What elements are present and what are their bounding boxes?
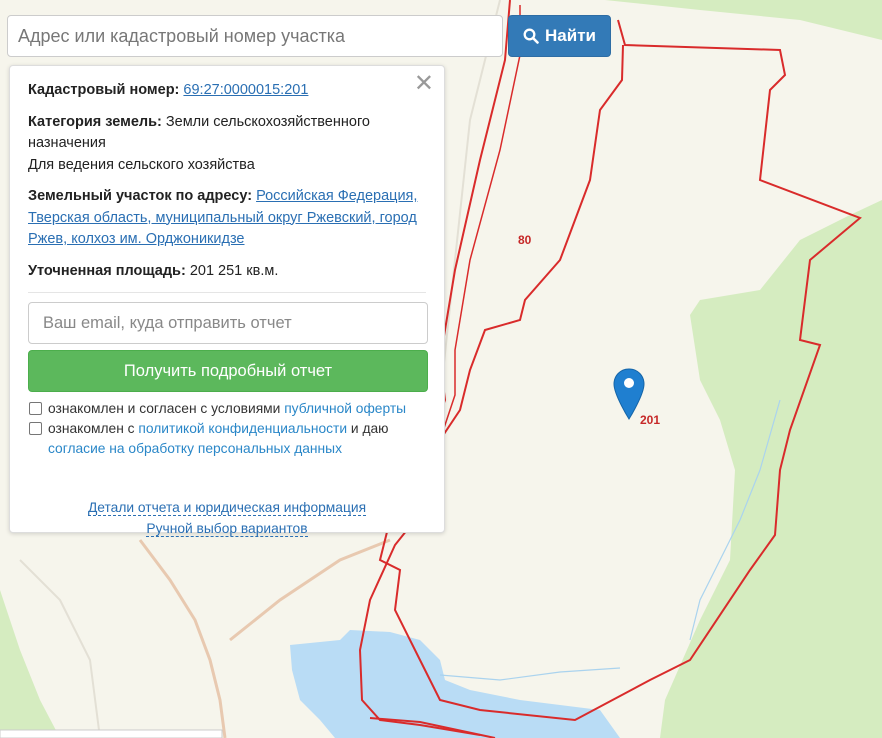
footer-links: Детали отчета и юридическая информация Р…: [28, 497, 426, 539]
offer-checkbox[interactable]: [29, 402, 42, 415]
get-report-button[interactable]: Получить подробный отчет: [28, 350, 428, 392]
offer-consent-label: ознакомлен и согласен с условиями: [48, 401, 281, 416]
close-icon[interactable]: ✕: [414, 72, 434, 96]
search-input[interactable]: [7, 15, 503, 57]
parcel-info-panel: ✕ Кадастровый номер: 69:27:0000015:201 К…: [9, 65, 445, 537]
personal-data-consent-link[interactable]: согласие на обработку персональных данны…: [48, 441, 342, 456]
cadastral-label: Кадастровый номер:: [28, 82, 180, 98]
parcel-label-80: 80: [518, 233, 532, 247]
usage-value: Для ведения сельского хозяйства: [28, 156, 255, 173]
privacy-policy-link[interactable]: политикой конфиденциальности: [138, 421, 347, 436]
privacy-consent-text: ознакомлен с политикой конфиденциальност…: [48, 419, 389, 459]
area-value: 201 251 кв.м.: [189, 262, 279, 279]
cadastral-row: Кадастровый номер: 69:27:0000015:201: [28, 80, 426, 102]
privacy-consent-label-a: ознакомлен с: [48, 421, 135, 436]
category-row: Категория земель: Земли сельскохозяйстве…: [28, 112, 426, 177]
privacy-consent-row: ознакомлен с политикой конфиденциальност…: [28, 419, 426, 459]
manual-selection-link[interactable]: Ручной выбор вариантов: [146, 521, 308, 537]
map-marker-icon[interactable]: [613, 368, 645, 420]
search-icon: [523, 28, 539, 44]
area-label: Уточненная площадь:: [28, 262, 186, 279]
privacy-consent-label-b: и даю: [350, 421, 389, 436]
divider: [28, 292, 426, 293]
email-field[interactable]: [28, 302, 428, 344]
offer-consent-row: ознакомлен и согласен с условиями публич…: [28, 399, 426, 419]
category-label: Категория земель:: [28, 113, 162, 130]
address-row: Земельный участок по адресу: Российская …: [28, 186, 426, 251]
offer-consent-text: ознакомлен и согласен с условиями публич…: [48, 399, 406, 419]
map-control-edge: [0, 729, 223, 738]
cadastral-number-link[interactable]: 69:27:0000015:201: [183, 82, 308, 98]
area-row: Уточненная площадь: 201 251 кв.м.: [28, 261, 426, 283]
search-button-label: Найти: [545, 26, 596, 45]
public-offer-link[interactable]: публичной оферты: [284, 401, 406, 416]
privacy-checkbox[interactable]: [29, 422, 42, 435]
search-button[interactable]: Найти: [508, 15, 611, 57]
address-label: Земельный участок по адресу:: [28, 188, 253, 204]
report-details-link[interactable]: Детали отчета и юридическая информация: [87, 500, 367, 516]
